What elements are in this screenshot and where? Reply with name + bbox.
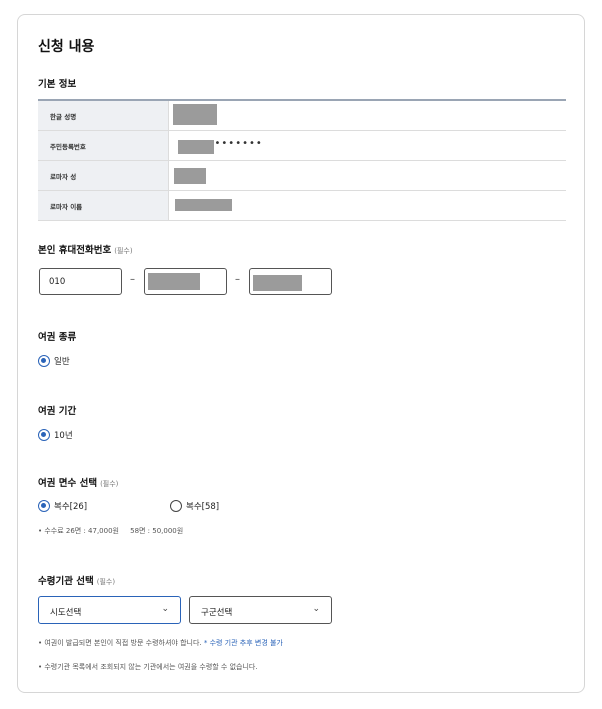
page-count-26-radio[interactable] [38, 500, 50, 512]
roman-given-name-label: 로마자 이름 [38, 190, 169, 221]
office-title-text: 수령기관 선택 [38, 576, 94, 587]
page-count-title-text: 여권 면수 선택 [38, 478, 98, 489]
required-tag: (필수) [100, 480, 119, 488]
masked-value [148, 273, 200, 290]
roman-given-name-value [168, 190, 566, 221]
roman-surname-value [168, 160, 566, 191]
page-count-58-radio[interactable] [170, 500, 182, 512]
roman-surname-label: 로마자 성 [38, 160, 169, 191]
page-count-title: 여권 면수 선택 (필수) [38, 475, 118, 489]
phone-dash-1: – [130, 274, 135, 285]
passport-type-general-label: 일반 [54, 357, 70, 367]
masked-value [173, 168, 206, 184]
fee-note: • 수수료 26면 : 47,000원 58면 : 50,000원 [38, 527, 184, 535]
passport-type-title: 여권 종류 [38, 332, 77, 343]
table-row: 로마자 성 [38, 160, 566, 191]
korean-name-label: 한글 성명 [38, 100, 169, 131]
table-row: 한글 성명 [38, 100, 566, 131]
province-select-value: 시도선택 [50, 608, 82, 618]
office-note-1: • 여권이 발급되면 본인이 직접 방문 수령하셔야 합니다. * 수령 기관 … [38, 638, 283, 648]
section-title: 신청 내용 [38, 39, 95, 55]
chevron-down-icon: ⌄ [161, 604, 169, 614]
required-tag: (필수) [96, 578, 116, 586]
office-note-1-text: • 여권이 발급되면 본인이 직접 방문 수령하셔야 합니다. [38, 639, 202, 647]
office-change-notice-link[interactable]: * 수령 기관 추후 변경 불가 [204, 639, 283, 647]
resident-number-value: ••••••• [168, 130, 566, 161]
phone-part2-input[interactable] [144, 268, 227, 295]
chevron-down-icon: ⌄ [312, 604, 320, 614]
phone-title-text: 본인 휴대전화번호 [38, 245, 112, 256]
passport-period-10y-radio[interactable] [38, 429, 50, 441]
application-card: 신청 내용 기본 정보 한글 성명 주민등록번호 ••••••• 로마자 성 로… [17, 14, 585, 693]
masked-value [172, 104, 217, 125]
masked-dots: ••••••• [214, 138, 263, 149]
passport-period-title: 여권 기간 [38, 406, 77, 417]
office-note-2: • 수령기관 목록에서 조회되지 않는 기관에서는 여권을 수령할 수 없습니다… [38, 663, 258, 671]
masked-value [174, 199, 232, 211]
phone-part1-value: 010 [49, 277, 66, 287]
korean-name-value [168, 100, 566, 131]
page-count-26-label: 복수[26] [54, 502, 88, 512]
office-title: 수령기관 선택 (필수) [38, 573, 115, 587]
masked-value [253, 275, 302, 291]
passport-type-general-radio[interactable] [38, 355, 50, 367]
basic-info-title: 기본 정보 [38, 79, 77, 90]
basic-info-table: 한글 성명 주민등록번호 ••••••• 로마자 성 로마자 이름 [38, 99, 566, 221]
phone-title: 본인 휴대전화번호 (필수) [38, 242, 133, 256]
phone-dash-2: – [235, 274, 240, 285]
phone-part3-input[interactable] [249, 268, 332, 295]
table-row: 주민등록번호 ••••••• [38, 130, 566, 161]
masked-value [177, 140, 214, 154]
district-select[interactable]: 구군선택 ⌄ [189, 596, 332, 624]
passport-period-10y-label: 10년 [54, 431, 73, 441]
resident-number-label: 주민등록번호 [38, 130, 169, 161]
province-select[interactable]: 시도선택 ⌄ [38, 596, 181, 624]
phone-part1-input[interactable]: 010 [39, 268, 122, 295]
page-count-58-label: 복수[58] [186, 502, 220, 512]
district-select-value: 구군선택 [201, 608, 233, 618]
required-tag: (필수) [114, 247, 133, 255]
table-row: 로마자 이름 [38, 190, 566, 221]
